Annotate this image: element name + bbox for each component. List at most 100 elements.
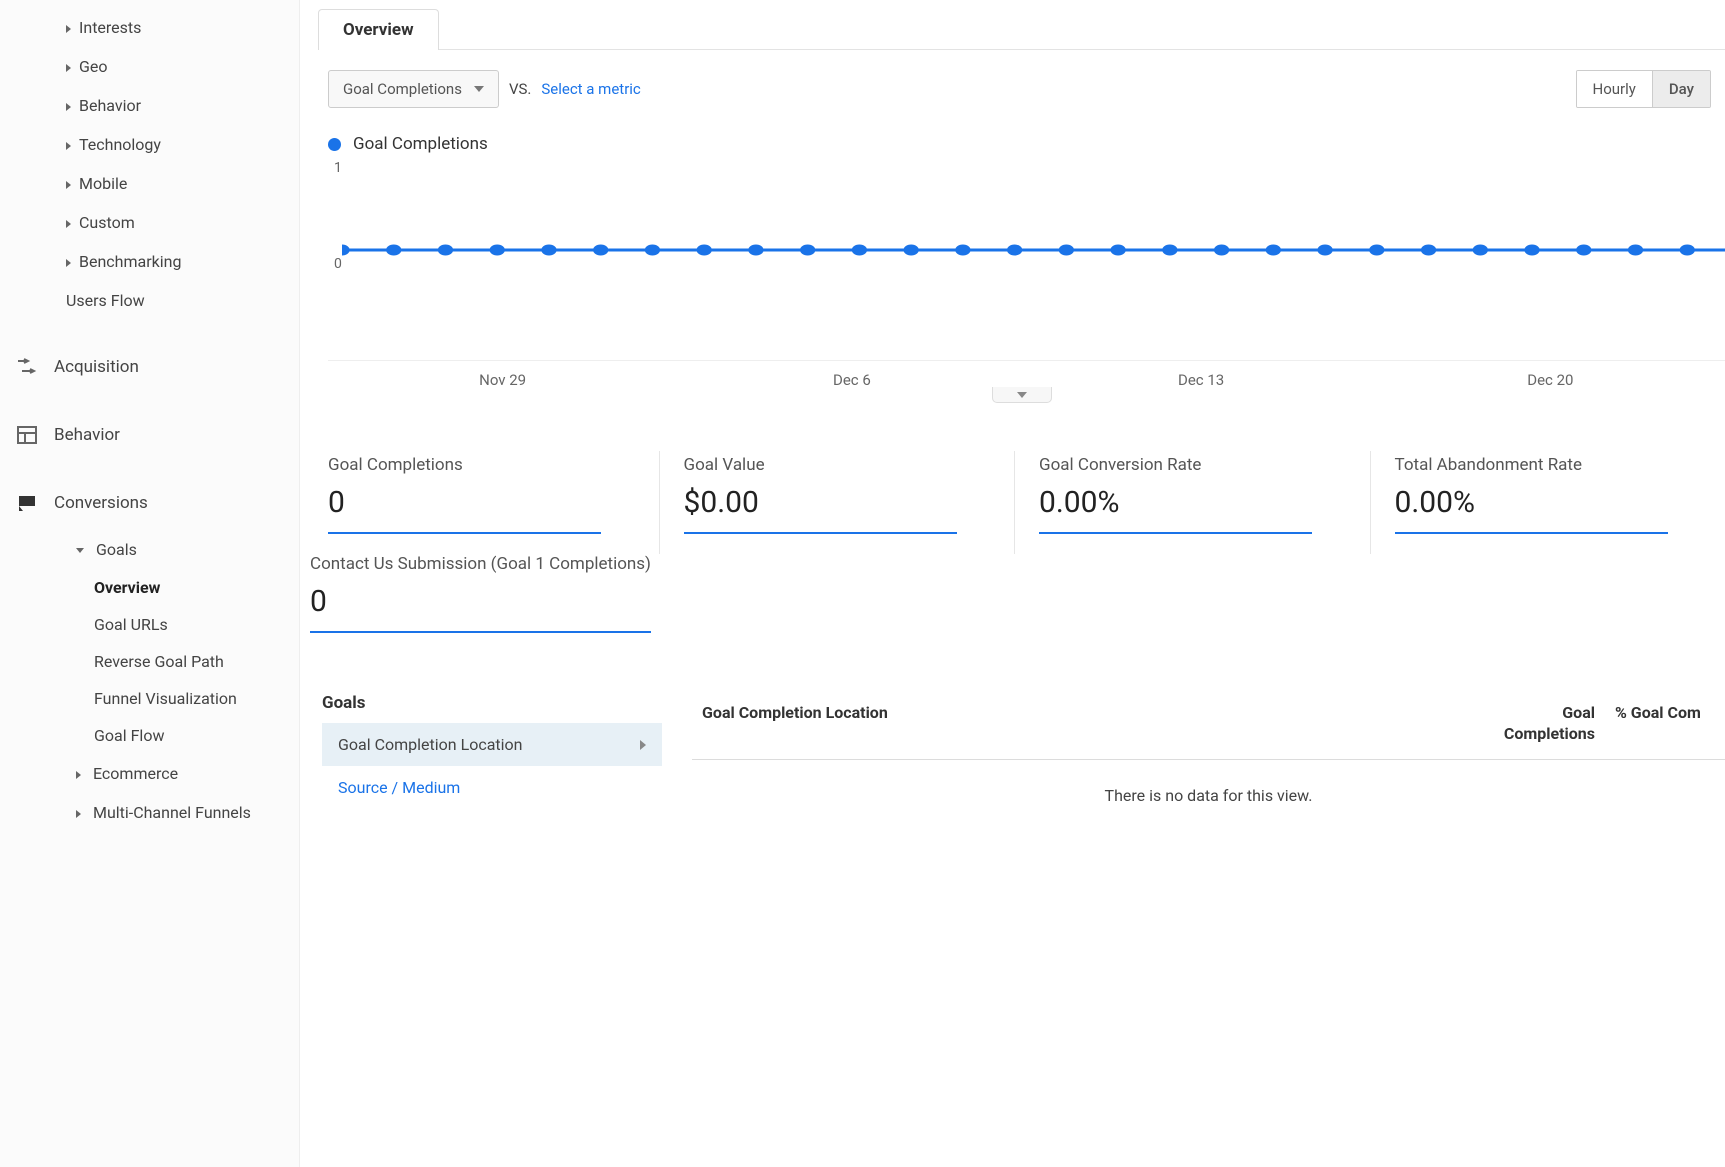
sidebar-item-geo[interactable]: Geo: [0, 47, 299, 86]
dimension-picker: Goals Goal Completion Location Source / …: [322, 693, 662, 809]
sparkline: [310, 631, 651, 633]
sidebar-item-overview[interactable]: Overview: [0, 569, 299, 606]
metric-value: $0.00: [684, 485, 995, 520]
acquisition-icon: [14, 356, 40, 378]
x-tick: Dec 6: [677, 371, 1026, 389]
metric-label: Goal Completions: [328, 455, 639, 475]
metric-value: 0: [310, 584, 651, 619]
chevron-right-icon: [76, 810, 81, 818]
chevron-right-icon: [76, 771, 81, 779]
vs-label: VS.: [509, 80, 531, 98]
x-tick: Dec 13: [1027, 371, 1376, 389]
conversions-icon: [14, 492, 40, 514]
dimension-label: Source / Medium: [338, 778, 460, 797]
metric-goal-completions[interactable]: Goal Completions 0: [328, 451, 660, 554]
sidebar-item-label: Mobile: [79, 174, 127, 193]
dimension-heading: Goals: [322, 693, 662, 713]
chevron-right-icon: [640, 740, 646, 750]
metric-label: Total Abandonment Rate: [1395, 455, 1706, 475]
metric-value: 0.00%: [1039, 485, 1350, 520]
x-tick: Dec 20: [1376, 371, 1725, 389]
metric-goal-conversion-rate[interactable]: Goal Conversion Rate 0.00%: [1039, 451, 1371, 554]
chevron-right-icon: [66, 259, 71, 267]
sparkline: [684, 532, 957, 534]
chart-collapse-handle[interactable]: [992, 387, 1052, 403]
chevron-right-icon: [66, 181, 71, 189]
interval-hourly[interactable]: Hourly: [1577, 71, 1652, 107]
sidebar-section-behavior[interactable]: Behavior: [0, 414, 299, 456]
sidebar-item-reverse-goal-path[interactable]: Reverse Goal Path: [0, 643, 299, 680]
sidebar-item-goals[interactable]: Goals: [0, 530, 299, 569]
chevron-down-icon: [1017, 392, 1027, 398]
sidebar-item-label: Users Flow: [66, 291, 145, 310]
sidebar-item-behavior[interactable]: Behavior: [0, 86, 299, 125]
sidebar-item-mobile[interactable]: Mobile: [0, 164, 299, 203]
sidebar-item-goal-urls[interactable]: Goal URLs: [0, 606, 299, 643]
table-empty-state: There is no data for this view.: [692, 760, 1725, 831]
dimension-goal-completion-location[interactable]: Goal Completion Location: [322, 723, 662, 766]
legend-series-name: Goal Completions: [353, 134, 488, 154]
sidebar-item-custom[interactable]: Custom: [0, 203, 299, 242]
behavior-icon: [14, 424, 40, 446]
sidebar-item-label: Funnel Visualization: [94, 689, 237, 708]
sidebar-item-ecommerce[interactable]: Ecommerce: [0, 754, 299, 793]
tab-label: Overview: [343, 20, 414, 40]
x-tick: Nov 29: [328, 371, 677, 389]
metric-goal-value[interactable]: Goal Value $0.00: [684, 451, 1016, 554]
sidebar-item-benchmarking[interactable]: Benchmarking: [0, 242, 299, 281]
select-comparison-metric[interactable]: Select a metric: [541, 80, 640, 98]
chevron-right-icon: [66, 220, 71, 228]
table-header-completions[interactable]: Goal Completions: [1465, 693, 1605, 759]
dimension-source-medium[interactable]: Source / Medium: [322, 766, 662, 809]
tab-overview[interactable]: Overview: [318, 9, 439, 50]
sidebar-item-label: Behavior: [79, 96, 141, 115]
sidebar-item-label: Benchmarking: [79, 252, 181, 271]
interval-label: Hourly: [1593, 80, 1636, 98]
sidebar-section-label: Conversions: [54, 493, 148, 513]
metric-cards: Goal Completions 0 Goal Value $0.00 Goal…: [328, 451, 1725, 554]
sidebar-section-acquisition[interactable]: Acquisition: [0, 346, 299, 388]
highlighted-goal-metric[interactable]: Contact Us Submission (Goal 1 Completion…: [310, 554, 651, 633]
sidebar-item-label: Multi-Channel Funnels: [93, 803, 251, 822]
sidebar-item-interests[interactable]: Interests: [0, 8, 299, 47]
sidebar-section-conversions[interactable]: Conversions: [0, 482, 299, 524]
timeline-chart[interactable]: 1 0: [328, 160, 1725, 360]
sidebar-item-label: Geo: [79, 57, 108, 76]
sparkline: [1039, 532, 1312, 534]
sidebar-item-users-flow[interactable]: Users Flow: [0, 281, 299, 320]
metric-value: 0: [328, 485, 639, 520]
sidebar-item-label: Technology: [79, 135, 161, 154]
primary-metric-dropdown[interactable]: Goal Completions: [328, 70, 499, 108]
interval-selector: Hourly Day: [1576, 70, 1711, 108]
chevron-right-icon: [66, 25, 71, 33]
sidebar-item-label: Ecommerce: [93, 764, 178, 783]
table-header-percent[interactable]: % Goal Com: [1605, 693, 1725, 759]
sidebar-item-funnel-visualization[interactable]: Funnel Visualization: [0, 680, 299, 717]
sidebar-item-label: Goal Flow: [94, 726, 164, 745]
table-header-location[interactable]: Goal Completion Location: [692, 693, 1465, 759]
sidebar-item-label: Reverse Goal Path: [94, 652, 224, 671]
sidebar-section-label: Behavior: [54, 425, 120, 445]
sidebar: Interests Geo Behavior Technology Mobile Cust…: [0, 0, 300, 1167]
sidebar-item-label: Overview: [94, 578, 160, 597]
chart-legend: Goal Completions: [328, 134, 1725, 154]
goals-data-table: Goal Completion Location Goal Completion…: [692, 693, 1725, 831]
chevron-down-icon: [76, 548, 84, 553]
dimension-label: Goal Completion Location: [338, 735, 522, 754]
metric-total-abandonment-rate[interactable]: Total Abandonment Rate 0.00%: [1395, 451, 1725, 554]
main-content: Overview Goal Completions VS. Select a m…: [300, 0, 1725, 1167]
sidebar-item-multichannel-funnels[interactable]: Multi-Channel Funnels: [0, 793, 299, 832]
sidebar-item-technology[interactable]: Technology: [0, 125, 299, 164]
interval-day[interactable]: Day: [1652, 71, 1710, 107]
sparkline: [1395, 532, 1668, 534]
report-tabs: Overview: [318, 8, 1725, 50]
chevron-down-icon: [474, 86, 484, 92]
y-tick: 0: [334, 256, 342, 272]
dropdown-label: Goal Completions: [343, 80, 462, 98]
sidebar-item-label: Interests: [79, 18, 141, 37]
metric-label: Contact Us Submission (Goal 1 Completion…: [310, 554, 651, 574]
chevron-right-icon: [66, 142, 71, 150]
metric-label: Goal Conversion Rate: [1039, 455, 1350, 475]
sidebar-item-goal-flow[interactable]: Goal Flow: [0, 717, 299, 754]
sidebar-item-label: Goals: [96, 540, 137, 559]
